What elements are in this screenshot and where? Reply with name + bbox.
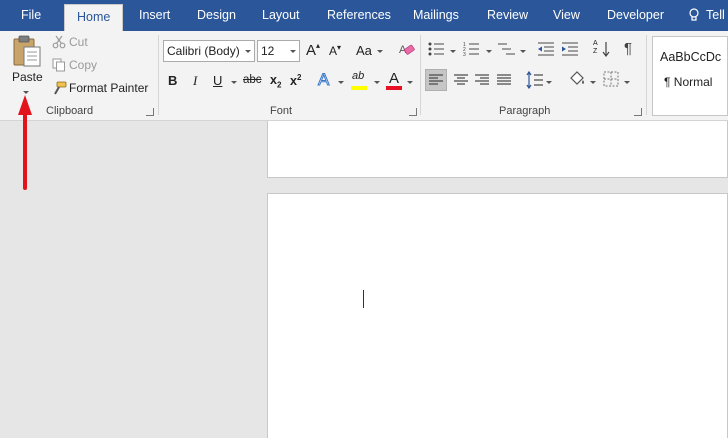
align-left-button[interactable] [425, 69, 447, 91]
paste-button-label[interactable]: Paste [12, 70, 43, 84]
shrink-font-button[interactable]: A▾ [329, 43, 341, 58]
style-normal[interactable]: AaBbCcDc ¶ Normal [652, 36, 728, 116]
align-center-icon[interactable] [451, 70, 471, 90]
sort-button[interactable]: A Z [592, 40, 610, 58]
font-name-combobox[interactable]: Calibri (Body) [163, 40, 255, 62]
grow-font-button[interactable]: A▴ [306, 41, 320, 59]
copy-button[interactable]: Copy [69, 58, 97, 72]
numbering-icon[interactable]: 1 2 3 [463, 41, 485, 57]
paste-dropdown-caret[interactable] [23, 91, 29, 94]
borders-icon[interactable] [602, 70, 620, 88]
chevron-down-icon [245, 50, 251, 53]
increase-indent-icon[interactable] [561, 41, 579, 57]
subscript-glyph: x [270, 73, 277, 87]
tab-mailings[interactable]: Mailings [413, 0, 459, 31]
font-name-value: Calibri (Body) [167, 44, 240, 58]
strikethrough-button[interactable]: abc [243, 74, 262, 86]
format-painter-button[interactable]: Format Painter [69, 81, 148, 95]
tab-file[interactable]: File [21, 0, 41, 31]
subscript-button[interactable]: x2 [270, 73, 281, 90]
align-left-icon [429, 74, 443, 85]
chevron-down-icon [290, 50, 296, 53]
font-color-dropdown-caret[interactable] [407, 81, 413, 84]
numbering-dropdown-caret[interactable] [486, 50, 492, 53]
tab-design[interactable]: Design [197, 0, 236, 31]
bullets-dropdown-caret[interactable] [450, 50, 456, 53]
clipboard-group-label: Clipboard [46, 105, 94, 117]
previous-page[interactable] [267, 121, 728, 178]
lightbulb-icon [689, 8, 699, 21]
text-cursor [363, 290, 364, 308]
change-case-button[interactable]: Aa [356, 43, 372, 58]
text-effects-button[interactable]: A [317, 70, 329, 90]
align-right-icon[interactable] [472, 70, 492, 90]
tab-developer[interactable]: Developer [607, 0, 664, 31]
tab-references[interactable]: References [327, 0, 391, 31]
tab-view[interactable]: View [553, 0, 580, 31]
group-separator [646, 35, 647, 115]
scissors-icon[interactable] [52, 35, 66, 49]
clipboard-dialog-launcher[interactable] [146, 108, 154, 116]
svg-text:3: 3 [463, 52, 466, 57]
font-size-value: 12 [261, 44, 275, 58]
underline-button[interactable]: U [213, 73, 222, 88]
line-spacing-dropdown-caret[interactable] [546, 81, 552, 84]
tab-review[interactable]: Review [487, 0, 528, 31]
paragraph-dialog-launcher[interactable] [634, 108, 642, 116]
highlight-dropdown-caret[interactable] [374, 81, 380, 84]
tab-insert[interactable]: Insert [139, 0, 170, 31]
bullets-icon[interactable] [428, 41, 450, 57]
tab-home[interactable]: Home [64, 4, 124, 31]
line-spacing-icon[interactable] [525, 70, 545, 90]
group-separator [420, 35, 421, 115]
group-separator [158, 35, 159, 115]
copy-icon[interactable] [52, 58, 66, 72]
text-effects-dropdown-caret[interactable] [338, 81, 344, 84]
show-hide-marks-button[interactable]: ¶ [624, 40, 632, 57]
highlight-color-swatch [351, 86, 367, 90]
current-page[interactable] [267, 193, 728, 438]
font-color-swatch [386, 86, 402, 90]
multilevel-list-icon[interactable] [497, 41, 519, 57]
bold-button[interactable]: B [168, 73, 177, 88]
font-dialog-launcher[interactable] [409, 108, 417, 116]
font-size-combobox[interactable]: 12 [257, 40, 300, 62]
shading-icon[interactable] [567, 69, 587, 89]
grow-font-glyph: A [306, 42, 317, 59]
change-case-dropdown-caret[interactable] [377, 50, 383, 53]
shrink-font-glyph: A [329, 44, 338, 58]
style-name: ¶ Normal [664, 75, 713, 89]
subscript-mark: 2 [276, 80, 282, 90]
borders-dropdown-caret[interactable] [624, 81, 630, 84]
shading-dropdown-caret[interactable] [590, 81, 596, 84]
superscript-mark: 2 [296, 73, 302, 82]
paste-icon[interactable] [12, 34, 42, 68]
format-painter-icon[interactable] [52, 81, 67, 96]
font-group-label: Font [270, 105, 293, 117]
underline-dropdown-caret[interactable] [231, 81, 237, 84]
italic-button[interactable]: I [193, 73, 197, 89]
tell-me-box[interactable]: Tell [689, 0, 725, 31]
decrease-indent-icon[interactable] [537, 41, 555, 57]
multilevel-list-dropdown-caret[interactable] [520, 50, 526, 53]
cut-button[interactable]: Cut [69, 35, 88, 49]
superscript-glyph: x [290, 74, 297, 89]
tab-layout[interactable]: Layout [262, 0, 300, 31]
ribbon-tab-bar: File Home Insert Design Layout Reference… [0, 0, 728, 31]
style-sample-text: AaBbCcDc [660, 50, 722, 64]
highlight-button[interactable]: ab [352, 70, 364, 82]
superscript-button[interactable]: x2 [290, 73, 301, 88]
clear-formatting-icon[interactable]: A [398, 41, 415, 58]
font-color-button[interactable]: A [389, 70, 399, 87]
sort-glyph: A Z [593, 40, 598, 55]
ribbon: Paste Cut Copy Format Painter Clipboard … [0, 31, 728, 121]
red-arrow-annotation [18, 95, 32, 190]
justify-icon[interactable] [494, 70, 514, 90]
paragraph-group-label: Paragraph [499, 105, 551, 117]
change-case-glyph: Aa [356, 43, 372, 58]
